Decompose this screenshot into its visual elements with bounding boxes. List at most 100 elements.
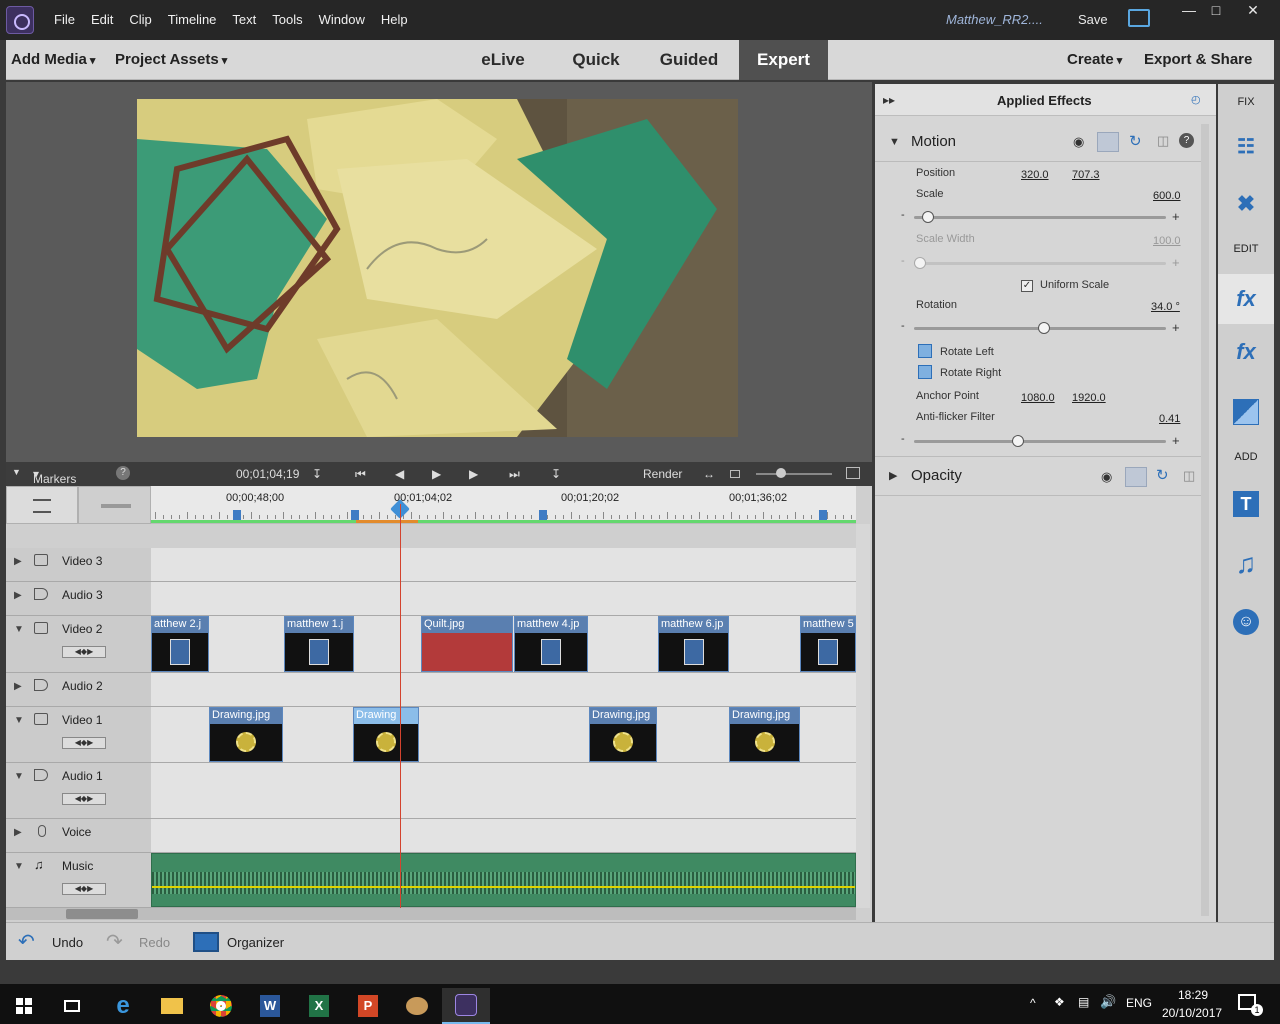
anti-flicker-slider-knob[interactable] [1012, 435, 1024, 447]
track-header-audio1[interactable]: ▼ Audio 1 ◀◆▶ [6, 763, 151, 819]
collapse-icon[interactable]: ▼ [889, 136, 900, 148]
effects-scrollbar[interactable] [1201, 124, 1209, 916]
collapse-icon[interactable]: ▼ [14, 624, 24, 635]
track-video2[interactable]: atthew 2.j matthew 1.j Quilt.jpg matthew… [151, 616, 856, 673]
zoom-slider-knob[interactable] [776, 468, 786, 478]
applied-effects-icon[interactable]: fx [1218, 274, 1274, 324]
clip[interactable]: Drawing.jpg [729, 707, 800, 762]
tab-guided[interactable]: Guided [649, 40, 729, 80]
menu-timeline[interactable]: Timeline [160, 12, 225, 27]
word-icon[interactable]: W [246, 988, 294, 1024]
timecode-display[interactable]: 00;01;04;19 [236, 467, 299, 481]
fullscreen-icon[interactable] [1128, 9, 1150, 27]
track-header-video1[interactable]: ▼ Video 1 ◀◆▶ [6, 707, 151, 763]
anchor-y-value[interactable]: 1920.0 [1072, 392, 1106, 404]
effects-icon[interactable]: fx [1230, 336, 1262, 368]
uniform-scale-checkbox[interactable]: ✓ [1021, 280, 1033, 292]
edge-icon[interactable]: e [99, 988, 147, 1024]
rotate-right-button[interactable]: Rotate Right [940, 367, 1001, 379]
anti-flicker-minus[interactable]: - [901, 433, 905, 445]
timeline-vscrollbar[interactable] [856, 524, 870, 908]
collapse-panel-icon[interactable]: ▸▸ [883, 93, 895, 107]
app-logo-icon[interactable] [6, 6, 34, 34]
fit-timeline-icon[interactable]: ↔ [703, 467, 715, 481]
rotate-left-icon[interactable] [918, 344, 932, 358]
undo-icon[interactable]: ↶ [18, 929, 35, 954]
marker-icon[interactable] [539, 510, 547, 520]
clip[interactable]: matthew 4.jp [514, 616, 588, 672]
clip[interactable]: matthew 6.jp [658, 616, 729, 672]
rotation-plus[interactable]: + [1172, 320, 1180, 335]
transitions-icon[interactable] [1230, 396, 1262, 428]
file-explorer-icon[interactable] [148, 988, 196, 1024]
task-view-icon[interactable] [48, 988, 96, 1024]
premiere-elements-icon[interactable] [442, 988, 490, 1024]
scale-plus[interactable]: + [1172, 209, 1180, 224]
chrome-icon[interactable] [197, 988, 245, 1024]
toggle-animation-icon[interactable] [1125, 467, 1147, 487]
export-share-button[interactable]: Export & Share [1144, 51, 1252, 68]
reset-icon[interactable]: ↻ [1129, 132, 1142, 150]
timeline-ruler[interactable]: 00;00;48;00 00;01;04;02 00;01;20;02 00;0… [151, 486, 856, 524]
playhead[interactable] [400, 504, 401, 908]
tab-expert[interactable]: Expert [739, 40, 828, 80]
clip[interactable]: matthew 1.j [284, 616, 354, 672]
collapse-icon[interactable]: ▼ [14, 715, 24, 726]
scale-minus[interactable]: - [901, 209, 905, 221]
anti-flicker-slider-track[interactable] [914, 440, 1166, 443]
position-y-value[interactable]: 707.3 [1072, 169, 1100, 181]
maximize-button[interactable]: □ [1201, 0, 1231, 22]
scale-slider-knob[interactable] [921, 211, 934, 223]
collapse-icon[interactable]: ▼ [14, 861, 24, 872]
set-in-point-icon[interactable]: ↧ [312, 467, 322, 481]
track-music[interactable] [151, 853, 856, 908]
render-button[interactable]: Render [643, 467, 682, 481]
markers-menu[interactable]: Markers ▾ [33, 467, 76, 486]
reset-icon[interactable]: ↻ [1156, 466, 1169, 484]
clip[interactable]: Quilt.jpg [421, 616, 513, 672]
expand-icon[interactable]: ▶ [14, 827, 22, 838]
adjust-sliders-icon[interactable]: ☷ [1230, 130, 1262, 162]
project-assets-button[interactable]: Project Assets [115, 51, 227, 68]
expand-icon[interactable]: ▶ [14, 590, 22, 601]
track-header-video2[interactable]: ▼ Video 2 ◀◆▶ [6, 616, 151, 673]
keyframe-icon[interactable]: ◴ [1191, 93, 1201, 106]
start-button[interactable] [0, 988, 48, 1024]
motion-header[interactable]: ▼ Motion ◉ ↻ ◫ ? [875, 124, 1201, 162]
network-icon[interactable]: ▤ [1078, 995, 1089, 1009]
visibility-eye-icon[interactable]: ◉ [1073, 134, 1084, 150]
expand-icon[interactable]: ▶ [14, 556, 22, 567]
menu-help[interactable]: Help [373, 12, 416, 27]
clip[interactable]: matthew 5 [800, 616, 856, 672]
tools-icon[interactable]: ✖ [1230, 188, 1262, 220]
go-to-start-icon[interactable]: ⏮ [355, 467, 366, 482]
titles-icon[interactable]: T [1230, 488, 1262, 520]
menu-text[interactable]: Text [224, 12, 264, 27]
track-header-music[interactable]: ▼ ♫ Music ◀◆▶ [6, 853, 151, 908]
track-header-video3[interactable]: ▶ Video 3 [6, 548, 151, 582]
video-tracks-toggle[interactable] [6, 486, 78, 524]
tab-quick[interactable]: Quick [559, 40, 633, 80]
music-icon[interactable]: ♫ [1230, 548, 1262, 580]
music-clip[interactable] [151, 853, 856, 907]
track-header-voice[interactable]: ▶ Voice [6, 819, 151, 853]
rotation-slider-knob[interactable] [1038, 322, 1050, 334]
help-icon[interactable]: ? [116, 466, 130, 480]
go-to-end-icon[interactable]: ⏭ [509, 467, 520, 482]
menu-edit[interactable]: Edit [83, 12, 121, 27]
anti-flicker-plus[interactable]: + [1172, 433, 1180, 448]
rotation-minus[interactable]: - [901, 320, 905, 332]
keyframe-controls[interactable]: ◀◆▶ [62, 646, 106, 658]
play-icon[interactable]: ▶ [432, 467, 441, 481]
paint-icon[interactable] [393, 988, 441, 1024]
clock-time[interactable]: 18:29 [1178, 988, 1208, 1002]
toggle-animation-icon[interactable] [1097, 132, 1119, 152]
hscroll-thumb[interactable] [66, 909, 138, 919]
track-audio2[interactable] [151, 673, 856, 707]
menu-file[interactable]: File [46, 12, 83, 27]
menu-clip[interactable]: Clip [121, 12, 159, 27]
clip[interactable]: atthew 2.j [151, 616, 209, 672]
help-icon[interactable]: ? [1179, 133, 1194, 148]
trash-icon[interactable]: ◫ [1183, 468, 1195, 484]
keyframe-controls[interactable]: ◀◆▶ [62, 793, 106, 805]
